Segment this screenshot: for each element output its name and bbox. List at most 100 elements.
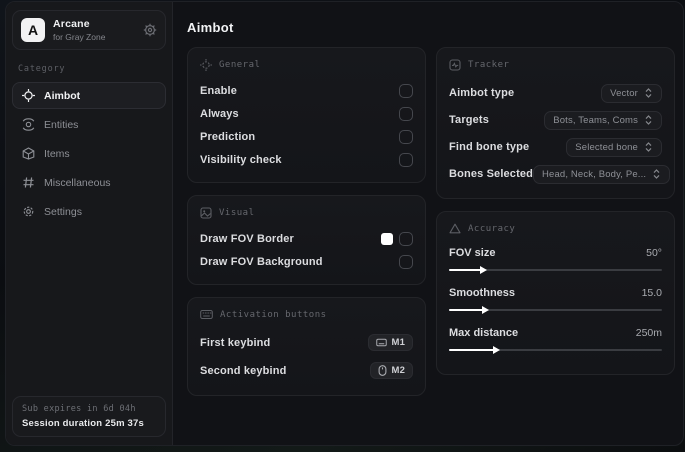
setting-row-enable: Enable — [200, 80, 413, 102]
keybind-value: M1 — [391, 337, 405, 348]
slider-row-max-distance: Max distance 250m — [449, 323, 662, 355]
brand-card: A Arcane for Gray Zone — [12, 10, 166, 50]
setting-label: Always — [200, 108, 239, 120]
dropdown-value: Bots, Teams, Coms — [553, 114, 638, 126]
sidebar-item-label: Items — [44, 147, 70, 160]
visual-header: Visual — [219, 208, 255, 218]
sidebar-item-miscellaneous[interactable]: Miscellaneous — [12, 169, 166, 196]
fov-background-checkbox[interactable] — [399, 255, 413, 269]
dropdown-value: Head, Neck, Body, Pe... — [542, 168, 647, 180]
cube-icon — [22, 147, 35, 160]
main-content: Aimbot General Enable Always Prediction … — [173, 2, 683, 445]
prediction-checkbox[interactable] — [399, 130, 413, 144]
setting-label: Enable — [200, 85, 237, 97]
sidebar-item-label: Miscellaneous — [44, 176, 111, 189]
visibility-check-checkbox[interactable] — [399, 153, 413, 167]
slider-row-fov-size: FOV size 50° — [449, 243, 662, 275]
sidebar-item-settings[interactable]: Settings — [12, 198, 166, 225]
sub-expires-text: Sub expires in 6d 04h — [22, 404, 136, 414]
sidebar-item-entities[interactable]: Entities — [12, 111, 166, 138]
brand-subtitle: for Gray Zone — [53, 32, 106, 42]
sidebar-item-aimbot[interactable]: Aimbot — [12, 82, 166, 109]
setting-row-second-keybind: Second keybind M2 — [200, 357, 413, 384]
crosshair-dashed-icon — [200, 59, 212, 71]
setting-row-bones-selected: Bones Selected Head, Neck, Body, Pe... — [449, 161, 671, 187]
dropdown-value: Vector — [610, 87, 638, 99]
slider-fill — [449, 266, 487, 274]
setting-label: Bones Selected — [449, 168, 534, 180]
sidebar-item-items[interactable]: Items — [12, 140, 166, 167]
max-distance-slider[interactable] — [449, 345, 662, 355]
find-bone-type-dropdown[interactable]: Selected bone — [566, 137, 662, 157]
accuracy-header: Accuracy — [468, 223, 516, 234]
entities-icon — [22, 118, 35, 131]
slider-value: 15.0 — [641, 287, 662, 299]
second-keybind-button[interactable]: M2 — [369, 362, 413, 379]
enable-checkbox[interactable] — [399, 84, 413, 98]
triangle-icon — [449, 223, 461, 234]
fov-border-color-swatch[interactable] — [381, 233, 393, 245]
slider-label: Max distance — [449, 327, 519, 339]
subscription-card: Sub expires in 6d 04h Session duration 2… — [12, 396, 166, 437]
bones-selected-dropdown[interactable]: Head, Neck, Body, Pe... — [533, 164, 671, 184]
setting-row-targets: Targets Bots, Teams, Coms — [449, 107, 662, 133]
first-keybind-button[interactable]: M1 — [367, 334, 413, 351]
sidebar-menu: Aimbot Entities Items Miscellaneous Sett… — [12, 82, 166, 225]
chevron-up-down-icon — [652, 169, 661, 179]
fov-size-slider[interactable] — [449, 265, 662, 275]
chevron-up-down-icon — [644, 115, 653, 125]
chevron-up-down-icon — [644, 142, 653, 152]
setting-row-fov-border: Draw FOV Border — [200, 228, 413, 250]
general-header: General — [219, 60, 261, 70]
setting-label: Visibility check — [200, 154, 282, 166]
setting-row-first-keybind: First keybind M1 — [200, 329, 413, 356]
keyboard-icon — [200, 309, 213, 320]
fov-border-checkbox[interactable] — [399, 232, 413, 246]
slider-value: 50° — [646, 247, 662, 259]
keyboard-icon — [375, 338, 387, 347]
sidebar-item-label: Settings — [44, 205, 82, 218]
setting-label: Draw FOV Border — [200, 233, 294, 245]
sidebar-item-label: Aimbot — [44, 89, 81, 102]
setting-label: Find bone type — [449, 141, 530, 153]
brand-name: Arcane — [53, 18, 90, 30]
visual-card: Visual Draw FOV Border Draw FOV Backgrou… — [187, 195, 426, 285]
targets-dropdown[interactable]: Bots, Teams, Coms — [544, 110, 662, 130]
setting-label: Prediction — [200, 131, 256, 143]
aimbot-type-dropdown[interactable]: Vector — [601, 83, 662, 103]
setting-label: First keybind — [200, 336, 271, 349]
left-column: General Enable Always Prediction Visibil… — [187, 47, 426, 396]
accuracy-card: Accuracy FOV size 50° Smoothness 15.0 Ma… — [436, 211, 675, 375]
session-duration-text: Session duration 25m 37s — [22, 418, 145, 429]
slider-fill — [449, 346, 500, 354]
activity-icon — [449, 59, 461, 71]
setting-label: Draw FOV Background — [200, 256, 323, 268]
setting-label: Targets — [449, 114, 489, 126]
always-checkbox[interactable] — [399, 107, 413, 121]
brand-text: Arcane for Gray Zone — [53, 18, 135, 42]
setting-label: Second keybind — [200, 364, 287, 377]
page-title: Aimbot — [187, 20, 234, 35]
setting-row-prediction: Prediction — [200, 126, 413, 148]
sidebar: A Arcane for Gray Zone Category Aimbot E… — [6, 2, 173, 445]
gear-icon[interactable] — [143, 23, 157, 37]
keybind-value: M2 — [391, 365, 405, 376]
slider-row-smoothness: Smoothness 15.0 — [449, 283, 662, 315]
setting-row-find-bone-type: Find bone type Selected bone — [449, 134, 662, 160]
tracker-card: Tracker Aimbot type Vector Targets Bots,… — [436, 47, 675, 199]
smoothness-slider[interactable] — [449, 305, 662, 315]
tracker-header: Tracker — [468, 60, 510, 70]
image-icon — [200, 207, 212, 219]
setting-row-visibility-check: Visibility check — [200, 149, 413, 171]
settings-gear-icon — [22, 205, 35, 218]
setting-row-aimbot-type: Aimbot type Vector — [449, 80, 662, 106]
mouse-icon — [378, 365, 387, 376]
slider-value: 250m — [635, 327, 662, 339]
setting-row-fov-background: Draw FOV Background — [200, 251, 413, 273]
brand-logo: A — [21, 18, 45, 42]
chevron-up-down-icon — [644, 88, 653, 98]
hash-icon — [22, 176, 35, 189]
slider-fill — [449, 306, 490, 314]
activation-card: Activation buttons First keybind M1 Seco… — [187, 297, 426, 396]
setting-row-always: Always — [200, 103, 413, 125]
